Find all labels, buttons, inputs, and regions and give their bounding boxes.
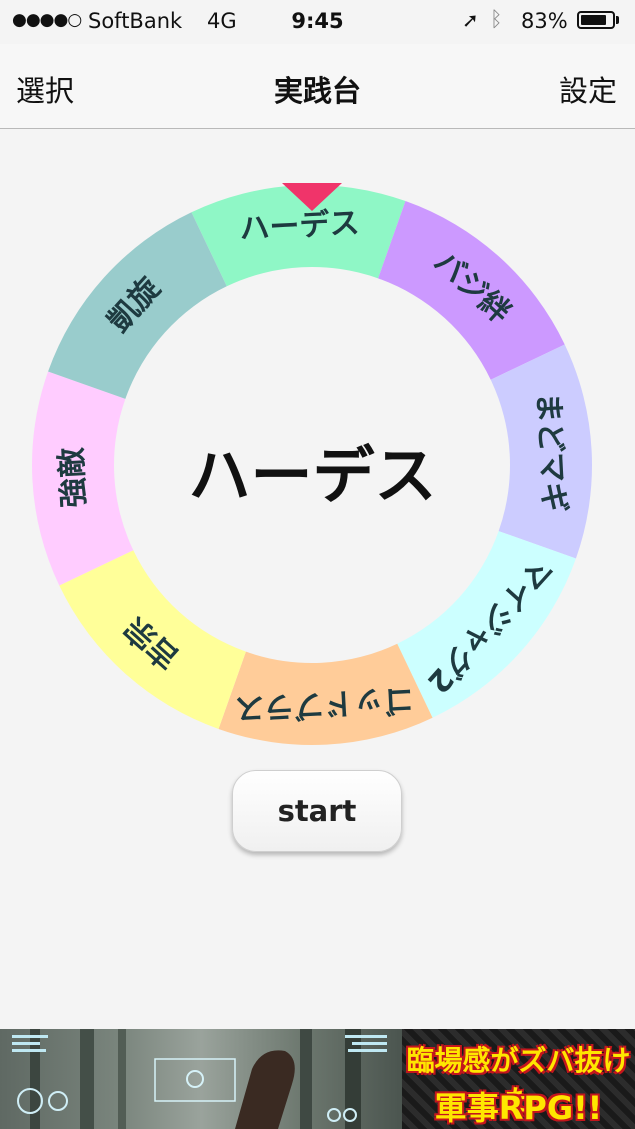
location-arrow-icon: ➚ <box>462 8 479 32</box>
battery-icon <box>577 11 615 29</box>
battery-percent: 83% <box>521 9 568 33</box>
settings-button[interactable]: 設定 <box>559 68 617 110</box>
battery-fill <box>581 15 606 25</box>
start-button[interactable]: start <box>232 770 402 852</box>
ad-scene-graphic <box>12 1029 387 1129</box>
ad-image <box>0 1029 402 1129</box>
ad-subheadline: 軍事RPG!! <box>434 1089 603 1127</box>
page-title: 実践台 <box>273 74 361 108</box>
roulette-result: ハーデス <box>188 439 437 512</box>
ad-text-panel: 臨場感がズバ抜けた 軍事RPG!! <box>402 1029 635 1129</box>
roulette-segment-label: ハーデス <box>239 206 361 247</box>
status-bar: ●●●●○ SoftBank 4G 9:45 ➚ ᛒ 83% <box>0 0 635 44</box>
ad-banner[interactable]: 臨場感がズバ抜けた 軍事RPG!! <box>0 1029 635 1129</box>
app-screen: ●●●●○ SoftBank 4G 9:45 ➚ ᛒ 83% 選択 実践台 設定… <box>0 0 635 1129</box>
battery-nub <box>616 16 619 24</box>
bluetooth-icon: ᛒ <box>490 7 503 31</box>
roulette: ハーデス バジ絆 まどマギ マイジャグ2 ゴッドブラス 吉宗 強敵 凱旋 ハーデス <box>0 129 635 769</box>
navigation-bar: 選択 実践台 設定 <box>0 44 635 129</box>
